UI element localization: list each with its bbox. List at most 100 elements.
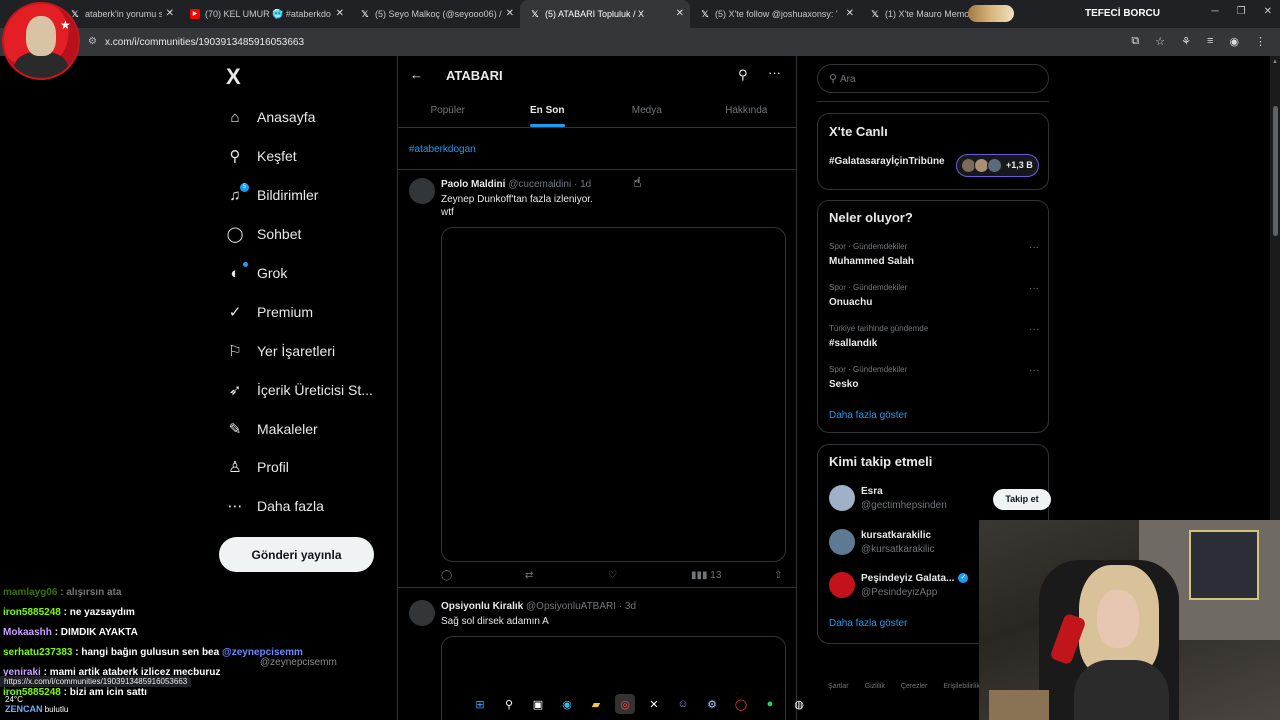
site-info-icon[interactable]: ⚙ [88, 36, 97, 47]
close-window-icon[interactable]: ✕ [1264, 6, 1272, 17]
suggestion-name[interactable]: kursatkarakilic [861, 530, 931, 541]
author-handle[interactable]: @cucemaldini [508, 179, 571, 190]
sidebar-item-premium[interactable]: ✓ Premium [226, 292, 373, 331]
post-time[interactable]: · 1d [574, 179, 591, 190]
media-icon[interactable]: ≡ [1207, 35, 1213, 48]
sidebar-item-bookmarks[interactable]: ⚐ Yer İşaretleri [226, 331, 373, 370]
sidebar-item-articles[interactable]: ✎ Makaleler [226, 409, 373, 448]
trend-item[interactable]: Spor · Gündemdekiler Onuachu ··· [829, 283, 1039, 308]
sidebar-item-explore[interactable]: ⚲ Keşfet [226, 137, 373, 176]
search-input[interactable] [840, 71, 1030, 87]
close-icon[interactable]: ✕ [336, 8, 344, 19]
suggestion-name[interactable]: Esra [861, 486, 883, 497]
avatar[interactable] [409, 600, 435, 626]
hashtag-link[interactable]: #ataberkdogan [409, 144, 476, 155]
obs-icon[interactable]: ◍ [789, 694, 809, 714]
task-view-icon[interactable]: ▣ [528, 694, 548, 714]
close-icon[interactable]: ✕ [166, 8, 174, 19]
steam-icon[interactable]: ⚙ [702, 694, 722, 714]
footer-link[interactable]: Çerezler [901, 683, 927, 690]
spotify-icon[interactable]: ● [760, 694, 780, 714]
sidebar-item-chat[interactable]: ◯ Sohbet [226, 215, 373, 254]
tab-latest[interactable]: En Son [498, 94, 598, 127]
more-icon[interactable]: ··· [768, 65, 781, 80]
show-more-link[interactable]: Daha fazla göster [829, 618, 907, 629]
live-hashtag[interactable]: #GalatasarayİçinTribüne [829, 155, 949, 168]
chat-message: mamlayg06 : alışırsın ata [3, 583, 393, 603]
account-switcher-handle[interactable]: @zeynepcisemm [260, 657, 337, 668]
close-icon[interactable]: ✕ [506, 8, 514, 19]
browser-tab-active[interactable]: 𝕏 (5) ATABARI Topluluk / X ✕ [520, 0, 690, 28]
avatar[interactable] [409, 178, 435, 204]
more-icon[interactable]: ··· [1029, 365, 1039, 376]
author-handle[interactable]: @OpsiyonluATBARI [526, 601, 616, 612]
views-icon[interactable]: ▮▮▮ 13 [691, 570, 721, 581]
more-icon[interactable]: ··· [1029, 324, 1039, 335]
avatar[interactable] [829, 485, 855, 511]
sidebar-item-more[interactable]: ⋯ Daha fazla [226, 487, 373, 526]
minimize-icon[interactable]: ─ [1212, 6, 1219, 17]
opera-icon[interactable]: ◯ [731, 694, 751, 714]
more-icon[interactable]: ··· [1029, 242, 1039, 253]
chrome-icon[interactable]: ◎ [615, 694, 635, 714]
file-explorer-icon[interactable]: ▰ [586, 694, 606, 714]
post-button[interactable]: Gönderi yayınla [219, 537, 374, 572]
trend-item[interactable]: Spor · Gündemdekiler Sesko ··· [829, 365, 1039, 390]
footer-link[interactable]: Gizlilik [865, 683, 885, 690]
more-icon[interactable]: ··· [1029, 283, 1039, 294]
search-bar[interactable]: ⚲ [817, 64, 1049, 93]
footer-link[interactable]: Erişilebilirlik [943, 683, 980, 690]
author-name[interactable]: Paolo Maldini [441, 179, 505, 190]
x-app-icon[interactable]: ✕ [644, 694, 664, 714]
share-icon[interactable]: ⇧ [774, 570, 782, 581]
tab-popular[interactable]: Popüler [398, 94, 498, 127]
sidebar-item-profile[interactable]: ♙ Profil [226, 448, 373, 487]
profile-avatar-icon[interactable]: ◉ [1229, 35, 1239, 48]
follow-suggestion[interactable]: Esra @gectimhepsinden Takip et [829, 485, 1051, 515]
scroll-up-icon[interactable]: ▲ [1272, 59, 1278, 65]
sidebar-item-grok[interactable]: ◐ Grok [226, 254, 373, 293]
browser-profile-chip[interactable] [968, 5, 1014, 22]
discord-icon[interactable]: ☺ [673, 694, 693, 714]
reply-icon[interactable]: ◯ [441, 570, 452, 581]
post[interactable]: Paolo Maldini @cucemaldini · 1d Zeynep D… [398, 170, 796, 588]
x-logo[interactable]: X [226, 64, 241, 90]
post-media[interactable] [441, 227, 786, 562]
suggestion-name[interactable]: Peşindeyiz Galata... ✓ [861, 573, 969, 584]
trend-item[interactable]: Spor · Gündemdekiler Muhammed Salah ··· [829, 242, 1039, 267]
avatar[interactable] [829, 572, 855, 598]
show-more-link[interactable]: Daha fazla göster [829, 410, 907, 421]
url-field[interactable]: x.com/i/communities/1903913485916053663 [105, 37, 304, 48]
author-name[interactable]: Opsiyonlu Kiralık [441, 601, 523, 612]
search-icon[interactable]: ⚲ [738, 67, 748, 83]
tab-media[interactable]: Medya [597, 94, 697, 127]
windows-start-icon[interactable]: ⊞ [470, 694, 490, 714]
install-icon[interactable]: ⧉ [1131, 35, 1139, 48]
trend-item[interactable]: Türkiye tarihinde gündemde #sallandık ··… [829, 324, 1039, 349]
weather-widget[interactable]: 24°C ZENCAN bulutlu [5, 695, 68, 714]
close-icon[interactable]: ✕ [676, 8, 684, 19]
browser-tab[interactable]: 𝕏 (5) Seyo Malkoç (@seyooo06) / ✕ [350, 0, 520, 28]
back-arrow-icon[interactable]: ← [410, 67, 423, 82]
bookmark-star-icon[interactable]: ☆ [1155, 35, 1165, 48]
repost-icon[interactable]: ⇄ [525, 570, 533, 581]
scrollbar-thumb[interactable] [1273, 106, 1278, 236]
close-icon[interactable]: ✕ [846, 8, 854, 19]
browser-tab[interactable]: ▶ (70) KEL UMUR 🥶 #ataberkdo ✕ [180, 0, 350, 28]
edge-icon[interactable]: ◉ [557, 694, 577, 714]
sidebar-item-creator-studio[interactable]: ➶ İçerik Üreticisi St... [226, 370, 373, 409]
browser-tab[interactable]: 𝕏 (5) X'te follow @joshuaxonsy: ' ✕ [690, 0, 860, 28]
follow-button[interactable]: Takip et [993, 489, 1051, 510]
live-participants-pill[interactable]: +1,3 B [956, 154, 1039, 177]
sidebar-item-notifications[interactable]: ♫ 5 Bildirimler [226, 176, 373, 215]
restore-icon[interactable]: ❐ [1237, 6, 1246, 17]
tab-about[interactable]: Hakkında [697, 94, 797, 127]
avatar[interactable] [829, 529, 855, 555]
sidebar-item-home[interactable]: ⌂ Anasayfa [226, 98, 373, 137]
post-time[interactable]: · 3d [619, 601, 636, 612]
like-icon[interactable]: ♡ [608, 570, 617, 581]
taskbar-search-icon[interactable]: ⚲ [499, 694, 519, 714]
menu-icon[interactable]: ⋮ [1255, 35, 1266, 48]
extensions-icon[interactable]: ⚘ [1181, 35, 1191, 48]
footer-link[interactable]: Şartlar [828, 683, 849, 690]
